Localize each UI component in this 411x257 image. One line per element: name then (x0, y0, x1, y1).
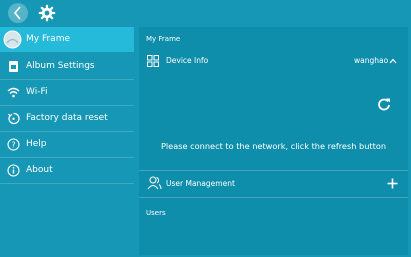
album-icon (9, 61, 18, 72)
plus-icon[interactable] (387, 178, 398, 189)
sidebar-item-label: About (26, 165, 53, 175)
refresh-icon[interactable] (377, 97, 391, 111)
device-user-name: wanghao (354, 56, 389, 65)
sidebar-item-label: My Frame (26, 34, 70, 44)
chevron-up-icon[interactable] (389, 57, 397, 65)
grid-icon (147, 55, 159, 67)
users-label: Users (146, 209, 166, 217)
gear-icon[interactable] (38, 4, 56, 22)
sidebar-item-label: Factory data reset (26, 113, 108, 123)
sidebar-item-my-frame[interactable]: My Frame (0, 27, 134, 52)
chevron-left-icon (13, 6, 21, 20)
divider (139, 197, 408, 198)
sidebar: My Frame Album Settings Wi-Fi Factory da… (0, 27, 137, 257)
sidebar-item-wifi[interactable]: Wi-Fi (0, 80, 134, 106)
users-icon (147, 176, 162, 190)
top-bar (0, 0, 411, 26)
section-title: My Frame (146, 35, 181, 43)
device-info-label: Device Info (166, 56, 209, 65)
sidebar-item-album-settings[interactable]: Album Settings (0, 54, 134, 80)
user-management-row[interactable]: User Management (139, 175, 408, 193)
sidebar-item-label: Wi-Fi (26, 87, 48, 97)
divider (139, 170, 408, 171)
reset-icon (8, 112, 20, 125)
sidebar-item-label: Album Settings (26, 61, 95, 71)
sidebar-item-label: Help (26, 139, 47, 149)
main-panel: My Frame Device Info wanghao Please conn… (139, 27, 408, 255)
user-management-label: User Management (166, 179, 235, 188)
help-icon: ? (7, 138, 20, 151)
back-button[interactable] (8, 3, 28, 23)
wifi-icon (7, 87, 20, 98)
svg-text:?: ? (11, 140, 15, 149)
device-info-row[interactable]: Device Info wanghao (139, 52, 408, 70)
frame-avatar-icon (3, 30, 22, 49)
info-icon (7, 164, 20, 177)
sidebar-item-factory-reset[interactable]: Factory data reset (0, 106, 134, 132)
network-message: Please connect to the network, click the… (160, 141, 387, 151)
sidebar-item-about[interactable]: About (0, 158, 134, 184)
sidebar-item-help[interactable]: ? Help (0, 132, 134, 158)
